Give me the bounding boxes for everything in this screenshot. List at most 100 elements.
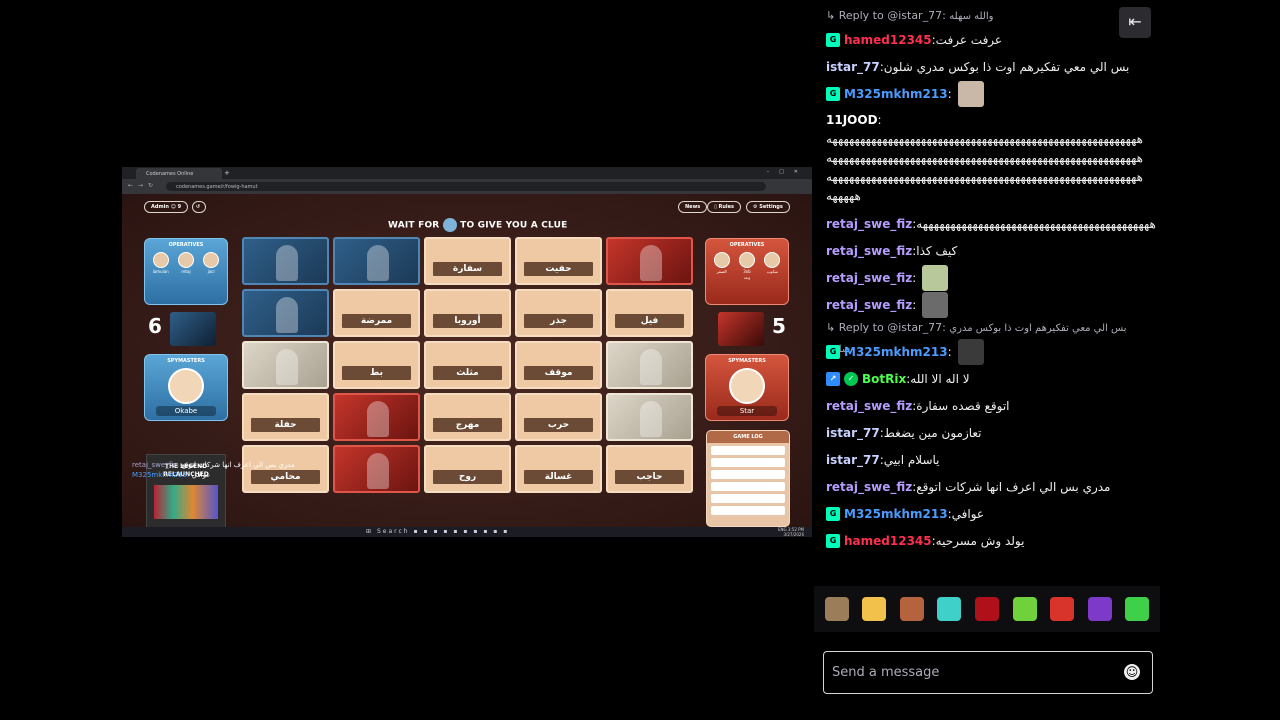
log-entry <box>711 446 785 455</box>
agent-blue-card[interactable] <box>242 237 329 285</box>
stream-video[interactable]: Codenames Online + –□✕ ←→↻ codenames.gam… <box>0 0 814 720</box>
agent-figure <box>367 453 389 489</box>
collapse-chat-icon[interactable]: ⇤ <box>1119 7 1151 38</box>
word-card[interactable]: سفارة <box>424 237 511 285</box>
chat-username[interactable]: retaj_swe_fiz <box>826 479 912 495</box>
chat-message-list[interactable]: ↳ Reply to @istar_77: والله سهله Ghamed12… <box>826 6 1156 554</box>
emote-icon[interactable] <box>824 597 849 621</box>
chat-message[interactable]: retaj_swe_fiz: كيف كذا <box>826 237 1152 264</box>
chat-message[interactable]: G M325mkhm213: <box>826 338 1152 365</box>
agent-blue-card[interactable] <box>242 289 329 337</box>
emote-icon[interactable] <box>862 597 887 621</box>
overlay-chat-user: M325mkhm213: <box>132 471 190 479</box>
chat-message[interactable]: istar_77: تعازمون مين يضغط <box>826 419 1152 446</box>
emoji-icon[interactable]: ☺ <box>1124 664 1140 680</box>
card-word: حاجب <box>615 470 684 484</box>
emote-icon[interactable] <box>1050 597 1075 621</box>
chat-message[interactable]: G M325mkhm213: <box>826 80 1152 107</box>
chat-emote-icon[interactable] <box>922 264 949 291</box>
emote-icon[interactable] <box>974 597 999 621</box>
agent-neutral-card[interactable] <box>606 341 693 389</box>
chat-message[interactable]: retaj_swe_fiz: اتوقع قصده سفارة <box>826 392 1152 419</box>
browser-nav-icons: ←→↻ <box>128 182 159 189</box>
agent-red-card[interactable] <box>606 237 693 285</box>
card-word: حرب <box>524 418 593 432</box>
chat-emote-icon[interactable] <box>957 80 984 107</box>
word-card[interactable]: حفيت <box>515 237 602 285</box>
word-card[interactable]: موقف <box>515 341 602 389</box>
emote-icon[interactable] <box>937 597 962 621</box>
word-card[interactable]: حفلة <box>242 393 329 441</box>
word-card[interactable]: ممرضة <box>333 289 420 337</box>
chat-message[interactable]: istar_77: ياسلام ابيي <box>826 446 1152 473</box>
admin-label: Admin <box>151 204 169 210</box>
chat-username[interactable]: M325mkhm213 <box>844 86 948 102</box>
chat-username[interactable]: hamed12345 <box>844 533 932 549</box>
subscriber-badge-icon: G <box>826 506 840 521</box>
chat-message[interactable]: Ghamed12345: يولد وش مسرحيه <box>826 527 1152 554</box>
word-card[interactable]: حاجب <box>606 445 693 493</box>
word-card[interactable]: بط <box>333 341 420 389</box>
chat-message[interactable]: G M325mkhm213: عوافي <box>826 500 1152 527</box>
chat-colon: : <box>947 344 952 359</box>
blue-operative: retaj <box>176 252 196 274</box>
agent-blue-card[interactable] <box>333 237 420 285</box>
chat-username[interactable]: retaj_swe_fiz <box>826 270 912 286</box>
chat-username[interactable]: 11JOOD <box>826 113 878 127</box>
emote-icon[interactable] <box>1125 597 1150 621</box>
word-card[interactable]: فيل <box>606 289 693 337</box>
agent-figure <box>276 349 298 385</box>
reply-icon: ↳ <box>826 321 839 334</box>
shared-screen: Codenames Online + –□✕ ←→↻ codenames.gam… <box>122 167 812 537</box>
operative-name: lamuian <box>152 269 169 274</box>
word-card[interactable]: حرب <box>515 393 602 441</box>
chat-message[interactable]: retaj_swe_fiz: <box>826 291 1152 318</box>
chat-message[interactable]: retaj_swe_fiz: مدري بس الي اعرف انها شرك… <box>826 473 1152 500</box>
chat-emote-icon[interactable] <box>922 291 949 318</box>
chat-username[interactable]: istar_77 <box>826 59 880 75</box>
word-card[interactable]: روح <box>424 445 511 493</box>
chat-message[interactable]: retaj_swe_fiz: ههههههههههههههههههههههههه… <box>826 210 1156 237</box>
chat-message[interactable]: istar_77: بس الي معي تفكيرهم اوت ذا بوكس… <box>826 53 1152 80</box>
avatar <box>177 252 194 268</box>
chat-username[interactable]: hamed12345 <box>844 32 932 48</box>
clue-prompt-right: TO GIVE YOU A CLUE <box>460 220 568 231</box>
chat-username[interactable]: istar_77 <box>826 425 880 441</box>
emote-icon[interactable] <box>1087 597 1112 621</box>
word-card[interactable]: مثلث <box>424 341 511 389</box>
chat-username[interactable]: retaj_swe_fiz <box>826 398 912 414</box>
card-word: مثلث <box>433 366 502 380</box>
chat-username[interactable]: retaj_swe_fiz <box>826 297 912 313</box>
agent-neutral-card[interactable] <box>606 393 693 441</box>
emote-icon[interactable] <box>899 597 924 621</box>
log-entry <box>711 470 785 479</box>
word-card[interactable]: مهرج <box>424 393 511 441</box>
red-spymaster-panel: SPYMASTERS Star <box>705 354 789 421</box>
agent-neutral-card[interactable] <box>242 341 329 389</box>
chat-message[interactable]: ↗ ✓ BotRix: لا اله الا الله <box>826 365 1152 392</box>
word-card[interactable]: غسالة <box>515 445 602 493</box>
chat-message[interactable]: 11JOOD: هههههههههههههههههههههههههههههههه… <box>826 111 1152 206</box>
reply-prefix: Reply to @istar_77: <box>838 9 946 22</box>
emote-icon[interactable] <box>1012 597 1037 621</box>
blue-spymasters-title: SPYMASTERS <box>167 358 205 364</box>
red-score: 5 <box>772 314 786 338</box>
avatar <box>738 252 755 268</box>
players-icon: ☺ <box>170 204 178 210</box>
chat-username[interactable]: retaj_swe_fiz <box>826 243 912 259</box>
chat-username[interactable]: retaj_swe_fiz <box>826 216 912 232</box>
chat-message[interactable]: Ghamed12345: عرفت عرفت <box>826 26 1152 53</box>
chat-username[interactable]: istar_77 <box>826 452 880 468</box>
chat-emote-icon[interactable] <box>957 338 984 365</box>
chat-username[interactable]: M325mkhm213 <box>844 344 948 360</box>
agent-red-card[interactable] <box>333 393 420 441</box>
chat-colon: : <box>912 297 917 312</box>
word-card[interactable]: جذر <box>515 289 602 337</box>
chat-username[interactable]: M325mkhm213 <box>844 506 948 522</box>
clue-prompt-left: WAIT FOR <box>388 220 440 231</box>
chat-input[interactable]: Send a message ☺ <box>823 651 1153 694</box>
chat-message[interactable]: retaj_swe_fiz: <box>826 264 1152 291</box>
word-card[interactable]: أوروبا <box>424 289 511 337</box>
chat-username[interactable]: BotRix <box>862 371 906 387</box>
agent-red-card[interactable] <box>333 445 420 493</box>
